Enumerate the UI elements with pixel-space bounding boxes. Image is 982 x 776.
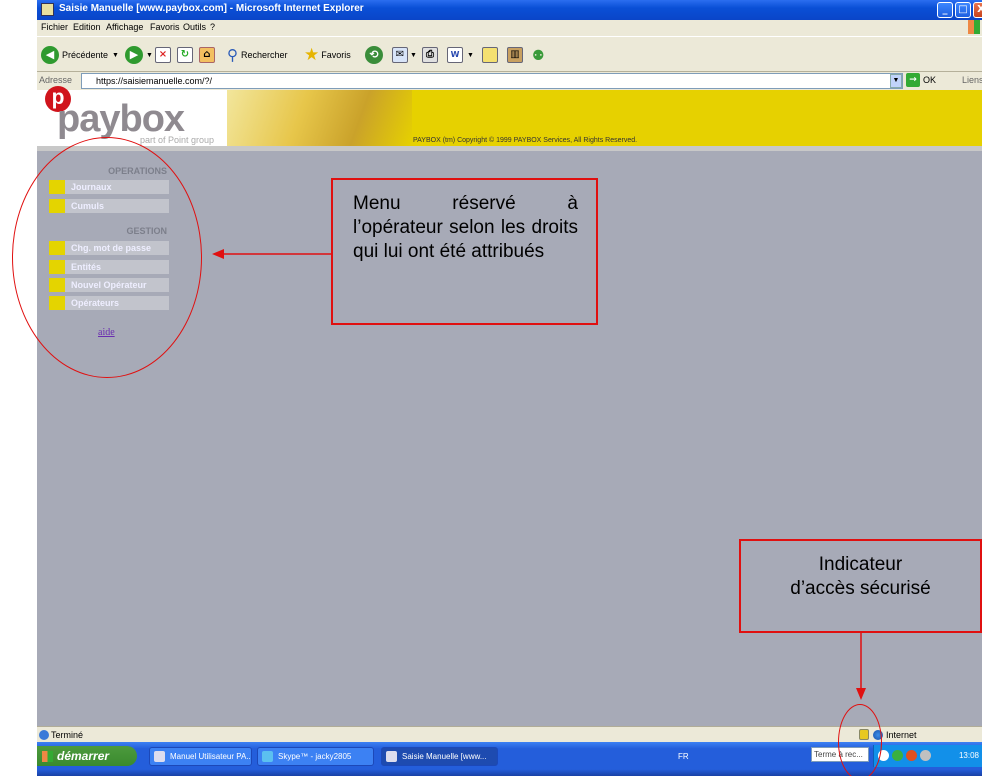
paybox-logo: p paybox part of Point group bbox=[37, 86, 227, 146]
copyright-text: PAYBOX (tm) Copyright © 1999 PAYBOX Serv… bbox=[413, 137, 638, 144]
word-doc-icon bbox=[154, 751, 165, 762]
tray-icon[interactable] bbox=[906, 750, 917, 761]
lock-highlight-ellipse bbox=[838, 704, 882, 776]
address-input[interactable]: https://saisiemanuelle.com/?/ bbox=[81, 73, 903, 89]
star-icon: ★ bbox=[304, 45, 320, 64]
print-button[interactable]: ⎙ bbox=[422, 45, 438, 65]
status-text: Terminé bbox=[51, 730, 84, 740]
menu-affichage[interactable]: Affichage bbox=[106, 22, 143, 32]
chevron-down-icon: ▼ bbox=[146, 51, 153, 59]
ie-icon bbox=[386, 751, 397, 762]
history-button[interactable]: ⟲ bbox=[365, 45, 383, 65]
chevron-down-icon: ▼ bbox=[410, 51, 417, 59]
address-bar: Adresse https://saisiemanuelle.com/?/ ▼ … bbox=[37, 72, 982, 90]
menu-help[interactable]: ? bbox=[210, 22, 215, 32]
mail-button[interactable]: ✉ ▼ bbox=[392, 45, 417, 65]
print-icon: ⎙ bbox=[422, 47, 438, 63]
task-label: Skype™ - jacky2805 bbox=[278, 752, 352, 761]
notes-icon bbox=[482, 47, 498, 63]
paybox-banner: p paybox part of Point group PAYBOX (tm)… bbox=[37, 86, 982, 146]
forward-button[interactable]: ▶ ▼ bbox=[125, 45, 153, 65]
favorites-button[interactable]: ★ Favoris bbox=[304, 45, 351, 65]
stop-button[interactable]: × bbox=[155, 45, 171, 65]
toolbar: ◀ Précédente ▼ ▶ ▼ × ↻ ⌂ ⚲ Rechercher ★ … bbox=[37, 36, 982, 72]
windows-flag-icon bbox=[42, 751, 53, 762]
browser-window: Saisie Manuelle [www.paybox.com] - Micro… bbox=[37, 0, 982, 776]
task-label: Saisie Manuelle [www... bbox=[402, 752, 487, 761]
chevron-down-icon: ▼ bbox=[467, 51, 474, 59]
tray-icon[interactable] bbox=[920, 750, 931, 761]
home-icon: ⌂ bbox=[199, 47, 215, 63]
secure-callout-line2: d’accès sécurisé bbox=[790, 578, 931, 599]
links-button[interactable]: Liens bbox=[962, 75, 982, 85]
ie-page-icon bbox=[39, 730, 49, 740]
ie-window-icon[interactable] bbox=[41, 3, 54, 16]
close-button[interactable]: X bbox=[973, 2, 982, 18]
taskbar-item-skype[interactable]: Skype™ - jacky2805 bbox=[257, 747, 374, 766]
menu-favoris[interactable]: Favoris bbox=[150, 22, 180, 32]
minimize-button[interactable]: _ bbox=[937, 2, 953, 18]
secure-callout-line1: Indicateur bbox=[818, 554, 903, 575]
search-label: Rechercher bbox=[241, 50, 288, 60]
skype-icon bbox=[262, 751, 273, 762]
tray-icon[interactable] bbox=[892, 750, 903, 761]
taskbar-item-manuel[interactable]: Manuel Utilisateur PA... bbox=[149, 747, 252, 766]
word-button[interactable]: W ▼ bbox=[447, 45, 474, 65]
menu-callout: Menu réservé à l’opérateur selon les dro… bbox=[331, 178, 598, 325]
menu-outils[interactable]: Outils bbox=[183, 22, 206, 32]
taskbar-item-saisie[interactable]: Saisie Manuelle [www... bbox=[381, 747, 498, 766]
windows-logo-icon bbox=[968, 20, 980, 34]
task-label: Manuel Utilisateur PA... bbox=[170, 752, 252, 761]
address-label: Adresse bbox=[39, 75, 73, 85]
home-button[interactable]: ⌂ bbox=[199, 45, 215, 65]
menu-highlight-ellipse bbox=[12, 137, 202, 378]
start-button[interactable]: démarrer bbox=[37, 746, 137, 766]
go-arrow-icon: → bbox=[906, 73, 920, 87]
messenger-button[interactable]: ⚉ bbox=[532, 45, 545, 65]
refresh-button[interactable]: ↻ bbox=[177, 45, 193, 65]
page: Saisie Manuelle [www.paybox.com] - Micro… bbox=[0, 0, 982, 776]
security-zone: Internet bbox=[886, 730, 917, 740]
search-icon: ⚲ bbox=[227, 47, 238, 64]
start-label: démarrer bbox=[57, 749, 110, 763]
favorites-label: Favoris bbox=[321, 50, 351, 60]
stop-icon: × bbox=[155, 47, 171, 63]
word-icon: W bbox=[447, 47, 463, 63]
window-title: Saisie Manuelle [www.paybox.com] - Micro… bbox=[59, 3, 364, 14]
research-button[interactable]: ▥ bbox=[507, 45, 523, 65]
chevron-down-icon: ▼ bbox=[112, 51, 119, 59]
notes-button[interactable] bbox=[482, 45, 498, 65]
back-label: Précédente bbox=[62, 50, 109, 60]
clock: 13:08 bbox=[958, 751, 979, 760]
system-tray: 13:08 bbox=[873, 745, 982, 767]
menu-fichier[interactable]: Fichier bbox=[41, 22, 68, 32]
banner-divider bbox=[37, 146, 982, 151]
language-indicator[interactable]: FR bbox=[678, 752, 689, 761]
go-button[interactable]: → OK bbox=[906, 73, 936, 87]
back-button[interactable]: ◀ Précédente ▼ bbox=[41, 45, 119, 65]
search-button[interactable]: ⚲ Rechercher bbox=[227, 45, 288, 65]
research-icon: ▥ bbox=[507, 47, 523, 63]
go-label: OK bbox=[923, 75, 937, 85]
maximize-button[interactable]: □ bbox=[955, 2, 971, 18]
back-arrow-icon: ◀ bbox=[41, 46, 59, 64]
document-margin bbox=[0, 0, 37, 776]
address-dropdown-icon[interactable]: ▼ bbox=[890, 74, 902, 88]
history-icon: ⟲ bbox=[365, 46, 383, 64]
refresh-icon: ↻ bbox=[177, 47, 193, 63]
secure-callout: Indicateur d’accès sécurisé bbox=[739, 539, 982, 633]
menu-edition[interactable]: Edition bbox=[73, 22, 101, 32]
logo-tagline: part of Point group bbox=[140, 135, 215, 145]
forward-arrow-icon: ▶ bbox=[125, 46, 143, 64]
menu-bar: Fichier Edition Affichage Favoris Outils… bbox=[37, 20, 982, 36]
messenger-icon: ⚉ bbox=[532, 46, 545, 63]
mail-icon: ✉ bbox=[392, 47, 408, 63]
banner-image bbox=[227, 90, 412, 146]
title-bar: Saisie Manuelle [www.paybox.com] - Micro… bbox=[37, 0, 982, 20]
